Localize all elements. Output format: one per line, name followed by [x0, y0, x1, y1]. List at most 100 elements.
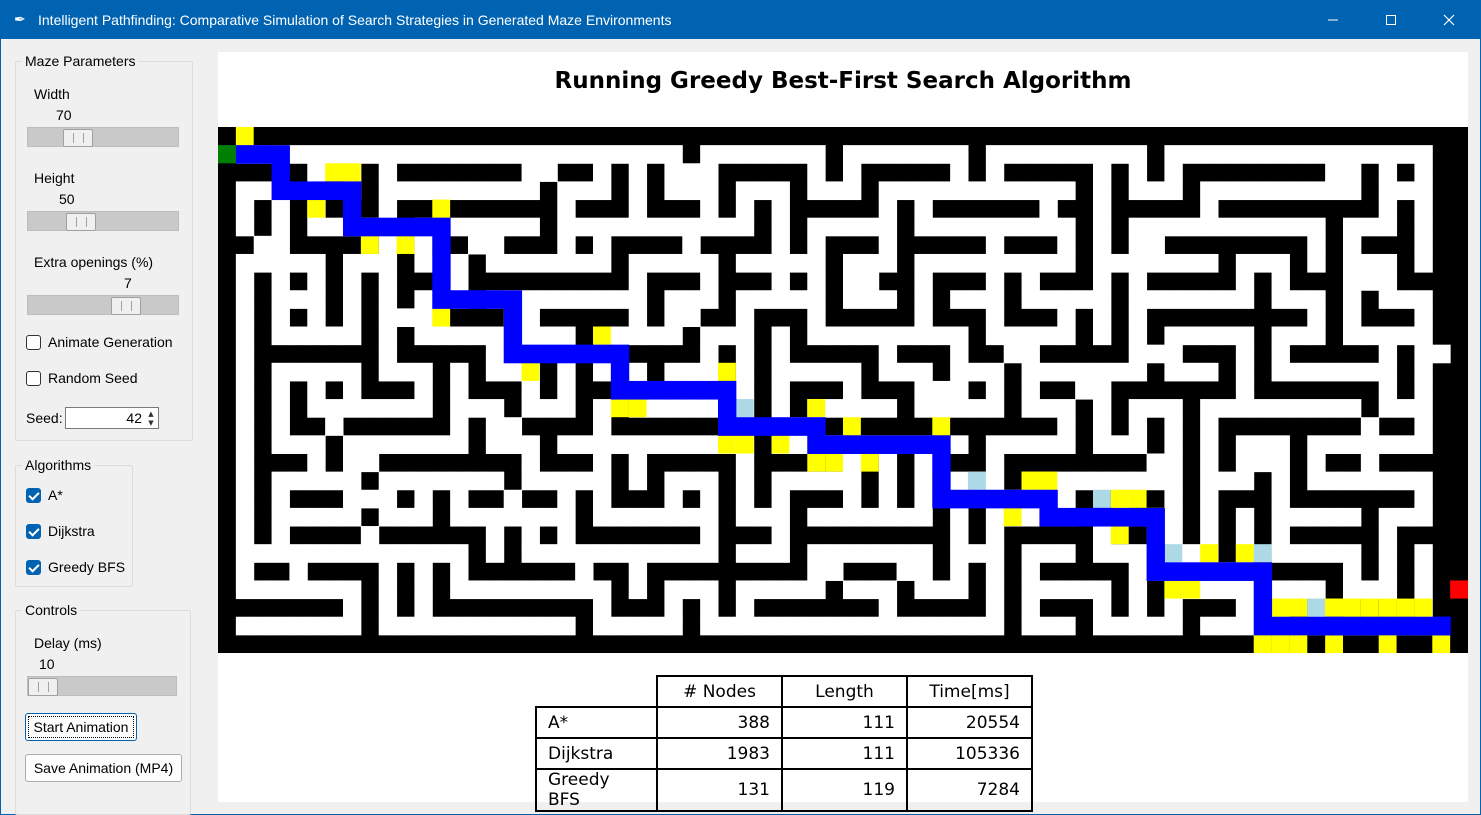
path-cell	[646, 380, 665, 400]
frontier-cell	[1307, 598, 1326, 617]
maze-open-cell	[682, 471, 701, 491]
animate-generation-label[interactable]: Animate Generation	[48, 334, 173, 350]
maze-open-cell	[968, 253, 987, 273]
maze-open-cell	[700, 199, 719, 219]
spin-down-icon[interactable]: ▼	[146, 419, 156, 427]
path-cell	[343, 217, 362, 237]
maze-open-cell	[1093, 380, 1112, 400]
path-cell	[771, 417, 790, 436]
close-button[interactable]	[1420, 1, 1478, 39]
algorithm-dijkstra-checkbox[interactable]	[26, 524, 41, 539]
maze-open-cell	[468, 616, 487, 636]
delay-slider-thumb[interactable]	[28, 678, 58, 696]
feather-icon: ✒	[14, 12, 26, 28]
maze-open-cell	[1289, 145, 1308, 164]
maze-open-cell	[1307, 217, 1326, 237]
maze-open-cell	[1110, 544, 1130, 563]
extra-openings-slider[interactable]	[27, 295, 179, 315]
maze-open-cell	[878, 544, 898, 563]
maximize-button[interactable]	[1362, 1, 1420, 39]
height-slider[interactable]	[27, 211, 179, 231]
plot-title: Running Greedy Best-First Search Algorit…	[554, 68, 1132, 94]
maze-open-cell	[646, 507, 665, 527]
maze-open-cell	[1253, 435, 1273, 454]
maze-open-cell	[1146, 616, 1165, 636]
maze-open-cell	[539, 399, 558, 418]
seed-value[interactable]: 42	[126, 410, 142, 426]
maze-open-cell	[789, 580, 808, 600]
maze-open-cell	[843, 290, 862, 309]
algorithm-greedy-checkbox[interactable]	[26, 560, 41, 575]
width-slider-thumb[interactable]	[63, 129, 93, 147]
maze-open-cell	[1057, 471, 1076, 491]
maze-open-cell	[1218, 580, 1237, 600]
maze-open-cell	[307, 217, 326, 237]
maze-open-cell	[664, 598, 683, 618]
maze-open-cell	[1039, 399, 1058, 418]
animate-generation-checkbox[interactable]	[26, 335, 41, 350]
maze-open-cell	[575, 562, 594, 581]
maze-open-cell	[1093, 235, 1112, 255]
path-cell	[1235, 562, 1255, 581]
maze-open-cell	[664, 163, 683, 182]
maze-open-cell	[289, 253, 308, 273]
path-cell	[664, 380, 683, 400]
random-seed-checkbox[interactable]	[26, 371, 41, 386]
width-slider[interactable]	[27, 127, 179, 147]
save-animation-button[interactable]: Save Animation (MP4)	[25, 754, 182, 782]
maze-open-cell	[1271, 489, 1290, 509]
maze-open-cell	[985, 217, 1005, 237]
maze-open-cell	[1343, 362, 1362, 382]
maze-open-cell	[843, 217, 862, 237]
start-animation-button[interactable]: Start Animation	[25, 713, 137, 741]
maze-open-cell	[1360, 253, 1380, 273]
extra-openings-slider-thumb[interactable]	[111, 297, 141, 315]
maze-open-cell	[968, 217, 987, 237]
path-cell	[807, 417, 826, 436]
maze-open-cell	[414, 435, 433, 454]
spin-up-icon[interactable]: ▲	[146, 410, 156, 418]
maze-open-cell	[771, 616, 790, 636]
maze-open-cell	[896, 145, 915, 164]
maze-open-cell	[753, 290, 773, 309]
maze-open-cell	[432, 544, 451, 563]
maze-open-cell	[343, 326, 362, 346]
delay-slider[interactable]	[27, 676, 177, 696]
maze-open-cell	[235, 526, 255, 545]
maze-open-cell	[1235, 580, 1255, 600]
maze-open-cell	[450, 580, 469, 600]
algorithm-dijkstra-label[interactable]: Dijkstra	[48, 523, 95, 539]
maze-open-cell	[985, 290, 1005, 309]
algorithm-astar-label[interactable]: A*	[48, 487, 63, 503]
frontier-cell	[1360, 598, 1379, 617]
maze-open-cell	[432, 181, 451, 201]
maze-open-cell	[700, 489, 719, 509]
path-cell	[610, 344, 630, 364]
algorithm-greedy-label[interactable]: Greedy BFS	[48, 559, 125, 575]
maze-open-cell	[1289, 399, 1308, 418]
maze-open-cell	[700, 598, 719, 618]
algorithm-astar-checkbox[interactable]	[26, 488, 41, 503]
maze-open-cell	[235, 435, 255, 454]
maze-open-cell	[485, 235, 505, 255]
maze-open-cell	[1039, 145, 1058, 164]
maze-open-cell	[343, 544, 362, 563]
minimize-button[interactable]	[1304, 1, 1362, 39]
maze-open-cell	[735, 580, 755, 600]
height-slider-thumb[interactable]	[66, 213, 96, 231]
path-cell	[610, 362, 630, 382]
maze-open-cell	[1039, 217, 1058, 237]
maze-open-cell	[521, 435, 540, 454]
frontier-cell	[1110, 526, 1129, 545]
maze-open-cell	[343, 507, 362, 527]
maze-open-cell	[807, 145, 826, 164]
maze-open-cell	[235, 562, 255, 581]
maze-open-cell	[771, 235, 790, 255]
maze-open-cell	[1075, 362, 1094, 382]
path-cell	[485, 290, 505, 309]
table-row: A* 388 111 20554	[535, 706, 1033, 739]
maze-open-cell	[1307, 181, 1326, 201]
random-seed-label[interactable]: Random Seed	[48, 370, 138, 386]
seed-spinbox[interactable]: 42 ▲ ▼	[65, 407, 159, 429]
maze-open-cell	[271, 362, 290, 382]
